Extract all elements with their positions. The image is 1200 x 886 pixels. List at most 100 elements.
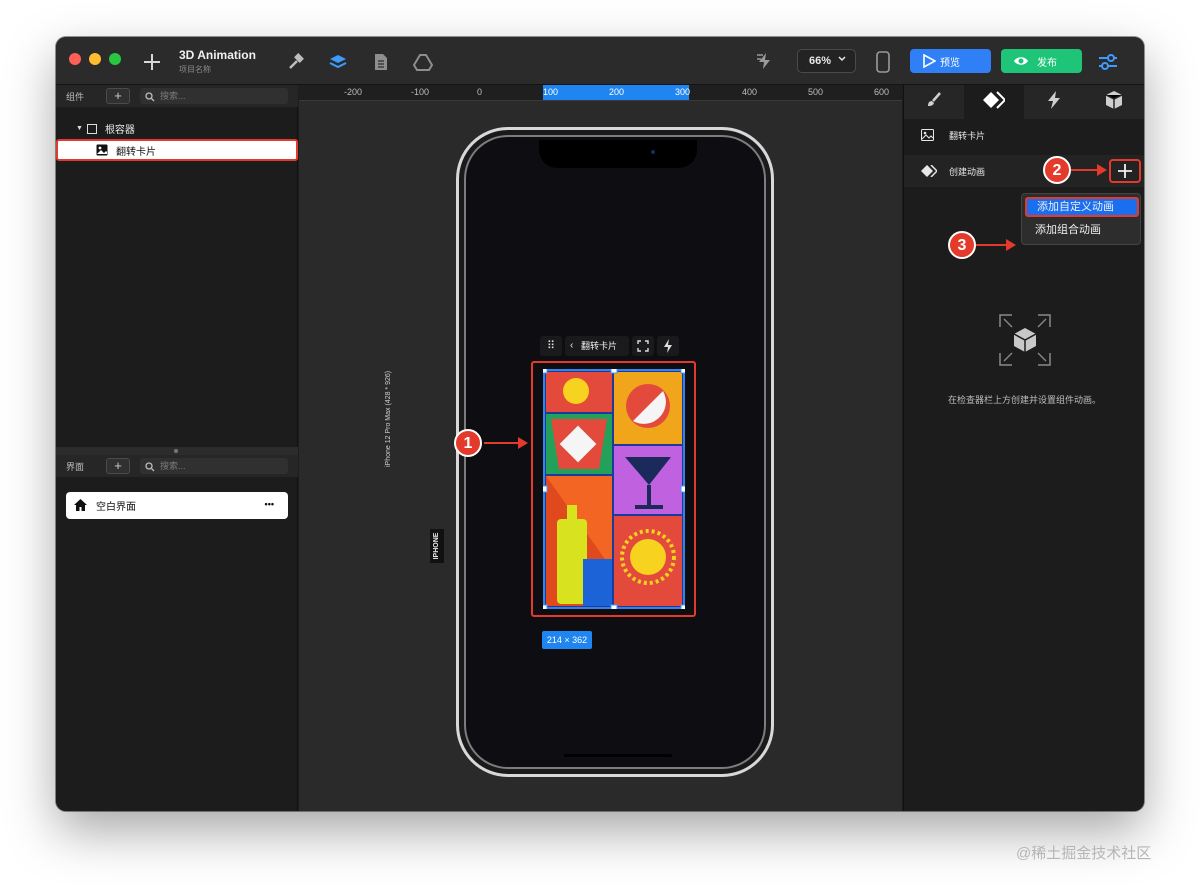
image-icon [921, 129, 934, 143]
inspector-panel: 翻转卡片 创建动画 添加自定义动画 添加组合动画 2 3 在检查器栏上方创建并设… [903, 85, 1144, 811]
component-toolbar: ⠿ ‹ 翻转卡片 [540, 336, 680, 360]
hammer-icon[interactable] [285, 51, 307, 73]
watermark: @稀土掘金技术社区 [1016, 845, 1152, 862]
screens-header: 界面 + 搜索... [56, 455, 298, 477]
publish-label: 发布 [1037, 57, 1057, 69]
screens-label: 界面 [66, 462, 85, 472]
annotation-arrow-1 [484, 437, 528, 449]
more-options-button[interactable]: ••• [265, 499, 274, 509]
home-indicator [564, 754, 672, 757]
preview-button[interactable]: 预览 [910, 49, 991, 73]
panel-resize-handle[interactable] [56, 447, 298, 455]
empty-state-cube-icon [998, 313, 1052, 372]
zoom-select[interactable]: 66% [797, 49, 856, 73]
components-label: 组件 [66, 92, 85, 102]
layers-icon[interactable] [327, 51, 349, 73]
components-header: 组件 + 搜索... [56, 85, 298, 107]
tree-item-root[interactable]: ▼ 根容器 [76, 121, 135, 136]
create-animation-label: 创建动画 [949, 166, 986, 177]
annotation-marker-1: 1 [454, 429, 482, 457]
annotation-marker-2: 2 [1043, 156, 1071, 184]
chevron-down-icon [837, 54, 847, 67]
cube-icon [1104, 90, 1124, 115]
add-screen-button[interactable]: + [106, 458, 130, 474]
drive-icon[interactable] [412, 51, 434, 73]
screen-item-blank[interactable]: 空白界面 ••• [66, 492, 288, 519]
inspector-component-name: 翻转卡片 [949, 130, 986, 141]
device-label: iPhone 12 Pro Max (428 * 926) [385, 370, 392, 467]
ruler-label: 0 [477, 87, 483, 97]
toolbar: 3D Animation 项目名称 66% 预览 发布 [56, 37, 1144, 85]
flash-icon [1046, 90, 1062, 115]
screen-search-input[interactable]: 搜索... [140, 458, 288, 474]
ruler-label: -200 [344, 87, 363, 97]
keyframe-icon [983, 90, 1007, 114]
project-subtitle: 项目名称 [179, 65, 211, 74]
annotation-marker-3: 3 [948, 231, 976, 259]
tab-style[interactable] [904, 85, 964, 119]
component-name-label: 翻转卡片 [581, 341, 618, 351]
document-icon[interactable] [370, 51, 392, 73]
ruler-label: 100 [543, 87, 559, 97]
ruler-label: 400 [742, 87, 758, 97]
tab-3d[interactable] [1084, 85, 1144, 119]
ruler-label: 300 [675, 87, 691, 97]
left-panel: 组件 + 搜索... ▼ 根容器 翻转卡片 界面 + 搜索... 空白界面 ••… [56, 85, 298, 811]
search-icon [145, 461, 155, 477]
tree-item-flip-card[interactable]: 翻转卡片 [56, 139, 298, 161]
keyframe-icon [921, 164, 939, 179]
container-icon [86, 123, 97, 134]
tab-animation[interactable] [964, 85, 1024, 119]
add-animation-button[interactable] [1109, 159, 1141, 183]
drag-handle-icon[interactable]: ⠿ [540, 336, 562, 356]
flip-card-poster[interactable] [543, 369, 685, 609]
add-animation-menu: 添加自定义动画 添加组合动画 [1021, 193, 1141, 245]
device-tag: IPHONE [430, 529, 444, 563]
flash-off-icon[interactable] [753, 50, 777, 72]
project-title: 3D Animation [179, 48, 256, 62]
flash-icon[interactable] [657, 336, 679, 356]
add-component-button[interactable]: + [106, 88, 130, 104]
add-icon[interactable] [140, 50, 164, 74]
empty-state-hint: 在检查器栏上方创建并设置组件动画。 [947, 395, 1101, 405]
size-badge: 214 × 362 [542, 631, 592, 649]
annotation-arrow-3 [976, 239, 1016, 251]
annotation-arrow-2 [1071, 164, 1107, 176]
component-name-chip[interactable]: ‹ 翻转卡片 [565, 336, 629, 356]
menu-item-add-custom-animation[interactable]: 添加自定义动画 [1025, 197, 1139, 217]
phone-notch [539, 140, 697, 168]
ruler-label: 500 [808, 87, 824, 97]
zoom-value: 66% [809, 55, 832, 67]
device-icon[interactable] [873, 50, 893, 74]
ruler-label: 200 [609, 87, 625, 97]
search-placeholder: 搜索... [160, 461, 186, 471]
brush-icon [924, 90, 944, 115]
minimize-window-button[interactable] [89, 53, 101, 65]
inspector-component-row: 翻转卡片 [904, 119, 1144, 151]
publish-button[interactable]: 发布 [1001, 49, 1082, 73]
fullscreen-icon[interactable] [632, 336, 654, 356]
close-window-button[interactable] [69, 53, 81, 65]
app-window: 3D Animation 项目名称 66% 预览 发布 组件 + 搜索... ▼… [56, 37, 1144, 811]
ruler-label: -100 [411, 87, 430, 97]
component-search-input[interactable]: 搜索... [140, 88, 288, 104]
image-icon [96, 144, 108, 159]
settings-sliders-icon[interactable] [1096, 50, 1120, 74]
eye-icon [1013, 55, 1029, 70]
home-icon [74, 499, 87, 514]
horizontal-ruler: -200 -100 0 100 200 300 400 500 600 [299, 85, 902, 101]
inspector-tabs [904, 85, 1144, 119]
search-placeholder: 搜索... [160, 91, 186, 101]
disclosure-triangle-icon: ▼ [76, 125, 83, 132]
preview-label: 预览 [940, 57, 960, 69]
tab-interaction[interactable] [1024, 85, 1084, 119]
search-icon [145, 91, 155, 107]
tree-item-flip-card-label: 翻转卡片 [116, 146, 156, 158]
screen-item-label: 空白界面 [96, 502, 136, 513]
menu-item-add-combined-animation[interactable]: 添加组合动画 [1025, 220, 1139, 240]
design-canvas[interactable]: -200 -100 0 100 200 300 400 500 600 iPho… [299, 85, 902, 811]
maximize-window-button[interactable] [109, 53, 121, 65]
play-icon [922, 53, 937, 71]
ruler-label: 600 [874, 87, 890, 97]
tree-item-root-label: 根容器 [104, 125, 135, 136]
